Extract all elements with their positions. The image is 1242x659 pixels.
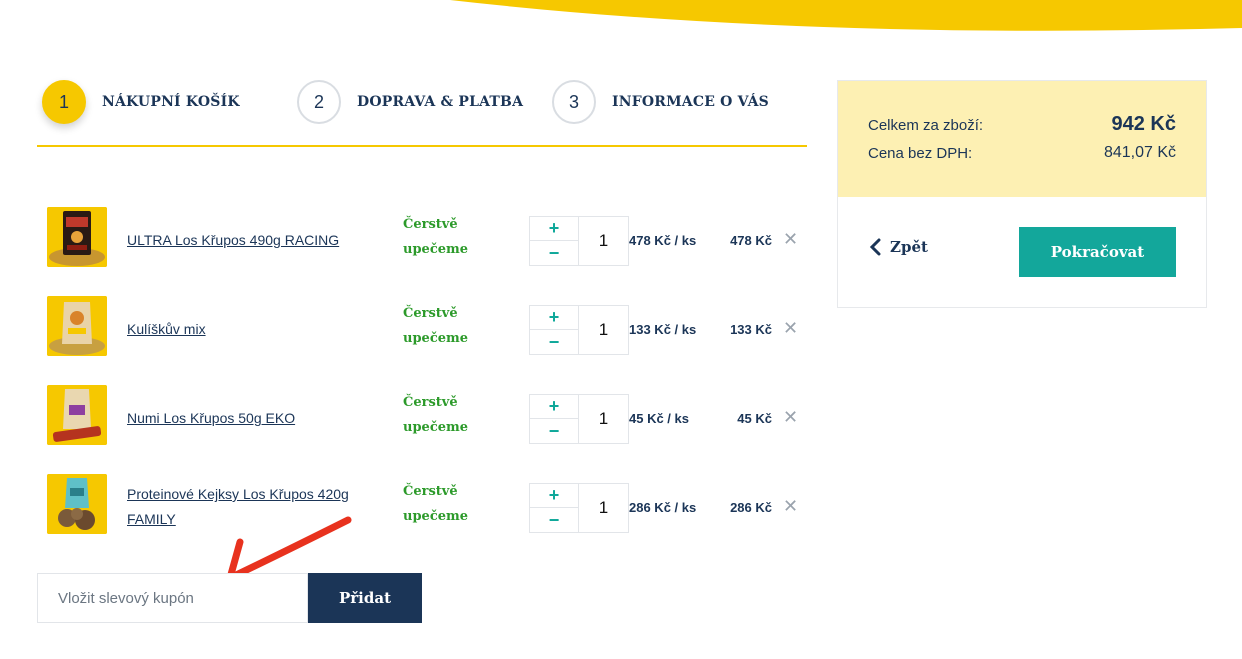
step-label-cart: NÁKUPNÍ KOŠÍK bbox=[102, 94, 240, 110]
quantity-stepper: + − 1 bbox=[529, 216, 629, 266]
availability-text: Čerstvě upečeme bbox=[403, 217, 469, 257]
line-total: 478 Kč bbox=[730, 233, 772, 248]
product-image[interactable] bbox=[47, 296, 107, 356]
apply-coupon-button[interactable]: Přidat bbox=[308, 573, 422, 623]
cart-item-row: Kulíškův mix Čerstvě upečeme + − 1 133 K… bbox=[37, 296, 807, 356]
quantity-increase-button[interactable]: + bbox=[529, 305, 579, 330]
quantity-input[interactable]: 1 bbox=[579, 305, 629, 355]
availability-text: Čerstvě upečeme bbox=[403, 484, 469, 524]
product-image[interactable] bbox=[47, 207, 107, 267]
continue-button[interactable]: Pokračovat bbox=[1019, 227, 1176, 277]
line-total: 286 Kč bbox=[730, 500, 772, 515]
cart-item-row: Numi Los Křupos 50g EKO Čerstvě upečeme … bbox=[37, 385, 807, 445]
product-name-link[interactable]: Numi Los Křupos 50g EKO bbox=[127, 406, 367, 431]
header-wave-decoration bbox=[450, 0, 1242, 31]
step-number-1: 1 bbox=[42, 80, 86, 124]
unit-price: 133 Kč / ks bbox=[629, 322, 697, 337]
unit-price: 45 Kč / ks bbox=[629, 411, 689, 426]
line-total: 133 Kč bbox=[730, 322, 772, 337]
product-image[interactable] bbox=[47, 385, 107, 445]
step-shipping-payment[interactable]: 2 DOPRAVA & PLATBA bbox=[297, 80, 523, 124]
remove-item-icon[interactable]: ✕ bbox=[783, 407, 798, 428]
back-label: Zpět bbox=[890, 238, 928, 256]
summary-totals: Celkem za zboží: 942 Kč Cena bez DPH: 84… bbox=[838, 81, 1206, 197]
quantity-stepper: + − 1 bbox=[529, 394, 629, 444]
availability-text: Čerstvě upečeme bbox=[403, 306, 469, 346]
step-cart[interactable]: 1 NÁKUPNÍ KOŠÍK bbox=[42, 80, 240, 124]
back-link[interactable]: Zpět bbox=[868, 237, 928, 257]
product-name-link[interactable]: ULTRA Los Křupos 490g RACING bbox=[127, 228, 367, 253]
product-image[interactable] bbox=[47, 474, 107, 534]
step-label-customer-info: INFORMACE O VÁS bbox=[612, 94, 769, 110]
quantity-increase-button[interactable]: + bbox=[529, 216, 579, 241]
line-total: 45 Kč bbox=[737, 411, 772, 426]
remove-item-icon[interactable]: ✕ bbox=[783, 318, 798, 339]
quantity-decrease-button[interactable]: − bbox=[529, 419, 579, 444]
step-customer-info[interactable]: 3 INFORMACE O VÁS bbox=[552, 80, 769, 124]
remove-item-icon[interactable]: ✕ bbox=[783, 229, 798, 250]
coupon-input[interactable] bbox=[37, 573, 308, 623]
quantity-decrease-button[interactable]: − bbox=[529, 241, 579, 266]
chevron-left-icon bbox=[869, 238, 881, 256]
step-label-shipping-payment: DOPRAVA & PLATBA bbox=[357, 94, 524, 110]
quantity-input[interactable]: 1 bbox=[579, 394, 629, 444]
step-number-2: 2 bbox=[297, 80, 341, 124]
price-without-vat-value: 841,07 Kč bbox=[1103, 144, 1176, 161]
unit-price: 478 Kč / ks bbox=[629, 233, 697, 248]
unit-price: 286 Kč / ks bbox=[629, 500, 697, 515]
checkout-steps: 1 NÁKUPNÍ KOŠÍK 2 DOPRAVA & PLATBA 3 INF… bbox=[37, 80, 807, 147]
quantity-input[interactable]: 1 bbox=[579, 216, 629, 266]
quantity-increase-button[interactable]: + bbox=[529, 483, 579, 508]
goods-total-value: 942 Kč bbox=[1111, 113, 1177, 135]
cart-item-row: Proteinové Kejksy Los Křupos 420g FAMILY… bbox=[37, 474, 807, 534]
cart-item-row: ULTRA Los Křupos 490g RACING Čerstvě upe… bbox=[37, 207, 807, 267]
quantity-decrease-button[interactable]: − bbox=[529, 508, 579, 533]
step-number-3: 3 bbox=[552, 80, 596, 124]
order-summary: Celkem za zboží: 942 Kč Cena bez DPH: 84… bbox=[837, 80, 1207, 308]
remove-item-icon[interactable]: ✕ bbox=[783, 496, 798, 517]
quantity-increase-button[interactable]: + bbox=[529, 394, 579, 419]
product-name-link[interactable]: Kulíškův mix bbox=[127, 317, 367, 342]
quantity-stepper: + − 1 bbox=[529, 305, 629, 355]
price-without-vat-label: Cena bez DPH: bbox=[868, 145, 973, 162]
goods-total-label: Celkem za zboží: bbox=[868, 117, 984, 134]
availability-text: Čerstvě upečeme bbox=[403, 395, 469, 435]
quantity-input[interactable]: 1 bbox=[579, 483, 629, 533]
quantity-decrease-button[interactable]: − bbox=[529, 330, 579, 355]
quantity-stepper: + − 1 bbox=[529, 483, 629, 533]
